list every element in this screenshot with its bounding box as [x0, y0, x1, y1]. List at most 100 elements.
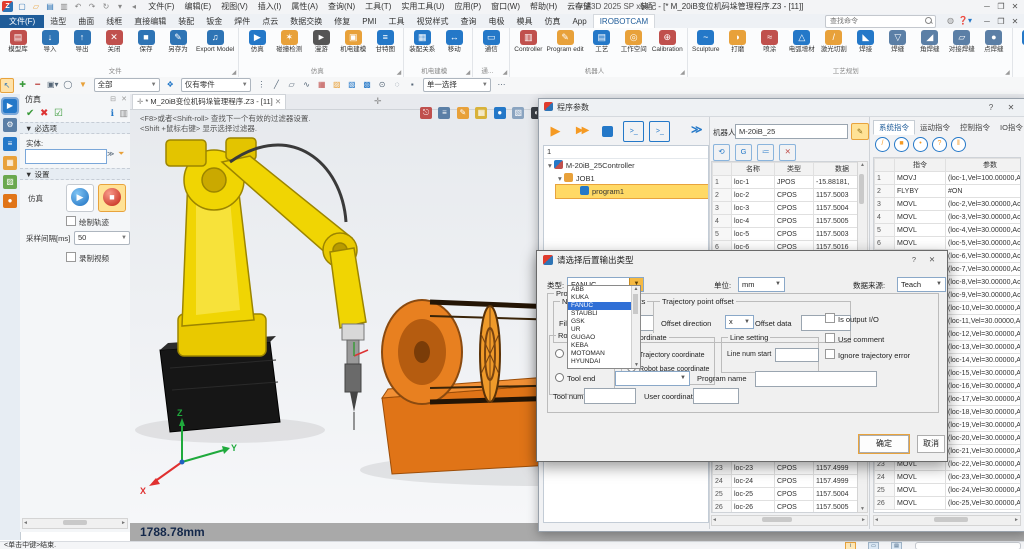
ribbon-tab-4[interactable]: 直接编辑 — [128, 15, 172, 29]
run-program-button[interactable]: ▶ — [545, 121, 566, 142]
ribbon-tab-15[interactable]: 电极 — [482, 15, 510, 29]
scope-icon[interactable]: ❖ — [164, 77, 177, 93]
dialog-help-icon[interactable]: ? — [907, 251, 921, 269]
sim-panel-hscrollbar[interactable]: ◄ ► — [22, 518, 128, 529]
ribbon-button-laser-cut[interactable]: / 激光切割 — [818, 29, 850, 53]
terminal-once-button[interactable]: >_ — [649, 121, 671, 142]
doc-info-icon[interactable]: i — [845, 542, 856, 549]
dropdown-option-gugao[interactable]: GUGAO — [568, 334, 640, 342]
ribbon-button-program-edit[interactable]: ✎ Program edit — [544, 29, 585, 53]
loc-table-row[interactable]: 26 loc-26 CPOS 1157.5005 — [712, 500, 858, 512]
close-window-icon[interactable]: ✕ — [1008, 0, 1022, 13]
wireframe-filter-icon[interactable]: ▩ — [361, 77, 374, 93]
ribbon-tab-18[interactable]: App — [566, 15, 592, 29]
wait-time-icon[interactable]: • — [913, 137, 928, 152]
document-tab[interactable]: ✛ * M_20iB变位机码垛管理程序.Z3 - [11] ✕ — [132, 94, 287, 109]
spray-gun-tool[interactable] — [341, 323, 369, 430]
loc-table-row[interactable]: 5 loc-5 CPOS 1157.5003 — [712, 227, 858, 241]
loc-table-row[interactable]: 25 loc-25 CPOS 1157.5004 — [712, 487, 858, 501]
ribbon-button-collision-check[interactable]: ✶ 碰撞检测 — [273, 29, 305, 53]
data-source-select[interactable]: Teach ▼ — [897, 277, 946, 292]
command-table-row[interactable]: 6MOVL(loc-5,Vel=30.00000,Acc=40.0 — [874, 236, 1020, 250]
group-dialog-launcher-icon[interactable]: ◢ — [680, 69, 685, 76]
ribbon-tab-16[interactable]: 模具 — [510, 15, 538, 29]
ignore-error-checkbox[interactable]: Ignore trajectory error — [825, 349, 910, 360]
new-doc-icon[interactable]: ▢ — [16, 1, 28, 13]
is-output-io-checkbox[interactable]: Is output I/O — [825, 313, 879, 324]
program-window-titlebar[interactable]: 程序参数 ? ✕ — [539, 99, 1024, 117]
ribbon-button-roam[interactable]: ► 漫游 — [305, 29, 337, 53]
panel-pin-icon[interactable]: ⊟ — [110, 95, 116, 103]
ribbon-button-butt-weld[interactable]: ▱ 对接焊缝 — [946, 29, 978, 53]
stop-simulation-button[interactable]: ■ — [98, 184, 126, 212]
ribbon-tab-8[interactable]: 点云 — [256, 15, 284, 29]
simulation-manager-tab[interactable]: ▶ — [1, 97, 19, 115]
ribbon-tab-11[interactable]: PMI — [356, 15, 382, 29]
play-simulation-button[interactable]: ▶ — [66, 184, 94, 212]
loc-table-row[interactable]: 4 loc-4 CPOS 1157.5005 — [712, 214, 858, 228]
collapse-icon[interactable]: ◂ — [128, 1, 140, 13]
command-tab-3[interactable]: IO指令 — [995, 121, 1024, 134]
entity-filter-icon[interactable]: ⏷ — [118, 149, 124, 159]
scroll-thumb[interactable] — [934, 517, 968, 522]
cancel-x-icon[interactable]: ✖ — [40, 108, 48, 119]
output-config-select[interactable]: ▼ — [615, 371, 690, 386]
program-window-close-icon[interactable]: ✕ — [1003, 99, 1019, 116]
history-manager-tab[interactable]: ≡ — [3, 137, 17, 151]
apply-check-icon[interactable]: ☑ — [54, 108, 63, 119]
ribbon-button-library[interactable]: ▤ 模型库 — [2, 29, 34, 53]
restore-window-icon[interactable]: ❐ — [994, 0, 1008, 13]
program-window-help-icon[interactable]: ? — [983, 99, 999, 116]
ribbon-button-calibration[interactable]: ⊕ Calibration — [650, 29, 685, 53]
ribbon-button-weld-seam[interactable]: ▽ 焊缝 — [882, 29, 914, 53]
ribbon-button-controller[interactable]: ▥ Controller — [512, 29, 544, 53]
dropdown-option-hyundai[interactable]: HYUNDAI — [568, 358, 640, 366]
ribbon-button-save-as[interactable]: ✎ 另存为 — [162, 29, 194, 53]
ribbon-tab-9[interactable]: 数据交换 — [284, 15, 328, 29]
use-comment-checkbox[interactable]: Use comment — [825, 333, 884, 344]
online-icon[interactable]: ◍ — [947, 16, 954, 25]
dropdown-option-fanuc[interactable]: FANUC — [568, 302, 640, 310]
edit-loc-icon[interactable]: ≔ — [757, 144, 775, 161]
ribbon-button-spot-weld[interactable]: ● 点焊缝 — [978, 29, 1010, 53]
command-table-row[interactable]: 2 FLYBY #ON — [874, 184, 1020, 198]
doc-close-icon[interactable]: ✕ — [1008, 15, 1022, 28]
history-filter-icon[interactable]: ⊙ — [376, 77, 389, 93]
loc-table-row[interactable]: 24 loc-24 CPOS 1157.4999 — [712, 474, 858, 488]
command-table-hscrollbar[interactable]: ◄ ► — [873, 515, 1021, 526]
lasso-icon[interactable]: ◌ — [391, 77, 404, 93]
vertex-filter-icon[interactable]: ⋮ — [255, 77, 268, 93]
ribbon-tab-0[interactable]: 文件(F) — [0, 15, 45, 29]
ribbon-tab-13[interactable]: 视觉样式 — [410, 15, 454, 29]
menu-item-4[interactable]: 属性(A) — [286, 0, 323, 14]
collapse-arrow-icon[interactable]: ▾ — [548, 161, 554, 170]
pause-command-icon[interactable]: ‖ — [951, 137, 966, 152]
ribbon-tab-6[interactable]: 钣金 — [200, 15, 228, 29]
datum-filter-icon[interactable]: ▧ — [345, 77, 358, 93]
cancel-button[interactable]: 取消 — [917, 435, 945, 453]
filter-class-select[interactable]: 全部 ▼ — [93, 78, 160, 92]
add-selection-icon[interactable]: ✚ — [16, 77, 29, 93]
command-table-row[interactable]: 25MOVL(loc-24,Vel=30.00000,Acc=40. — [874, 483, 1020, 497]
ribbon-button-about[interactable]: i关于 — [1015, 29, 1024, 53]
curve-filter-icon[interactable]: ∿ — [300, 77, 313, 93]
add-group-icon[interactable]: G — [735, 144, 753, 161]
command-tab-2[interactable]: 控制指令 — [955, 121, 995, 134]
tree-node-program[interactable]: program1 — [555, 184, 708, 199]
options-icon[interactable]: ▥ — [119, 108, 128, 119]
user-coordinate-input[interactable] — [693, 388, 739, 404]
ribbon-button-move[interactable]: ↔ 移动 — [438, 29, 470, 53]
add-loc-icon[interactable]: ⟲ — [713, 144, 730, 161]
help-menu-icon[interactable]: ❓▾ — [958, 16, 972, 25]
loc-table-row[interactable]: 2 loc-2 CPOS 1157.5003 — [712, 188, 858, 202]
solid-manager-tab[interactable]: ▦ — [3, 156, 17, 170]
dropdown-option-kuka[interactable]: KUKA — [568, 294, 640, 302]
notes-icon[interactable]: ▤ — [891, 542, 902, 549]
selection-circle-icon[interactable]: ◯ — [61, 77, 74, 93]
filter-scope-select[interactable]: 仅有零件 ▼ — [180, 78, 251, 92]
ribbon-tab-3[interactable]: 线框 — [100, 15, 128, 29]
dropdown-scrollbar[interactable]: ▲ ▼ — [631, 286, 640, 368]
select-mode-select[interactable]: 单一选择 ▼ — [422, 78, 491, 92]
info-icon[interactable]: ℹ — [111, 108, 114, 119]
stop-command-icon[interactable]: ■ — [894, 137, 909, 152]
